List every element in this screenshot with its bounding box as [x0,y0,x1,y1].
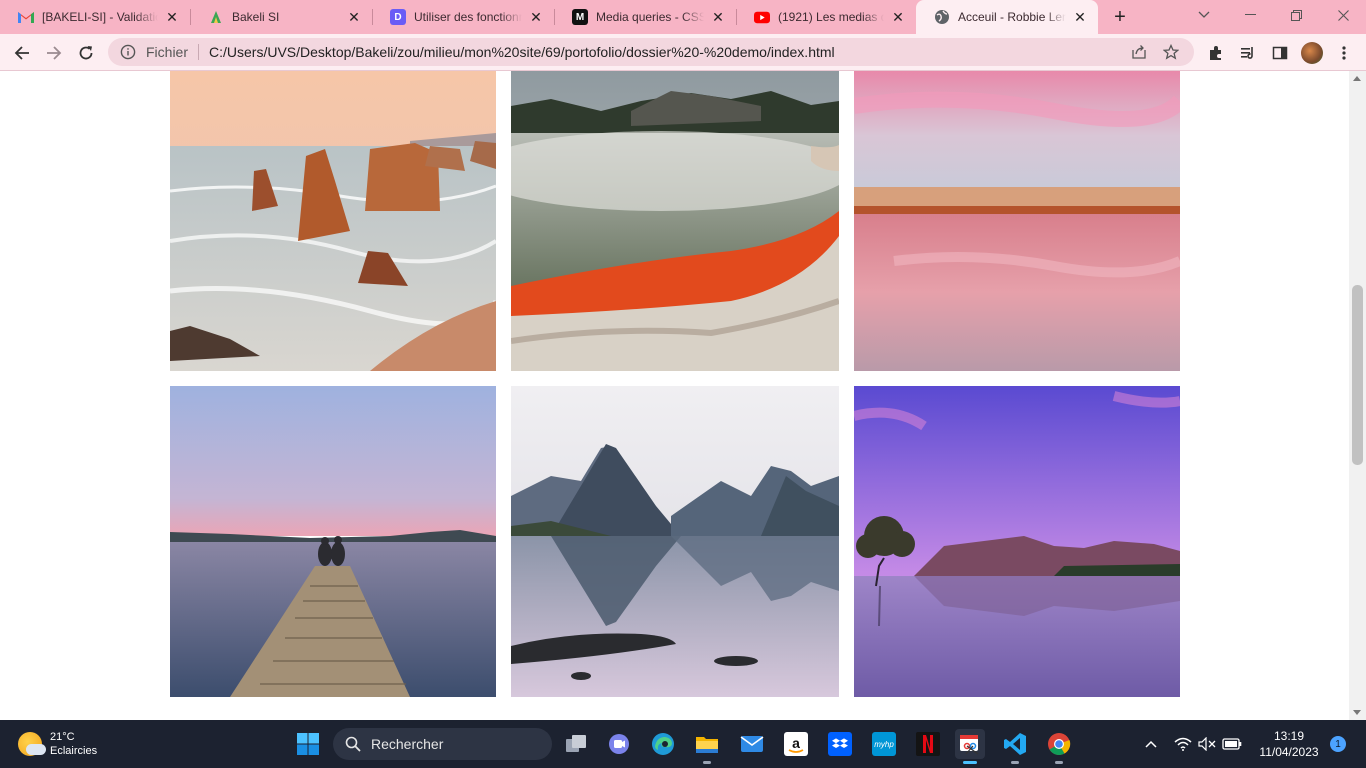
close-icon[interactable]: ✕ [890,9,906,25]
teams-chat-icon[interactable] [604,729,634,759]
globe-icon [934,9,950,25]
tab-title: Media queries - CSS : Cascading [596,10,704,24]
new-tab-button[interactable]: + [1108,5,1132,29]
search-placeholder: Rechercher [371,736,444,752]
browser-toolbar: Fichier C:/Users/UVS/Desktop/Bakeli/zou/… [0,34,1366,71]
netflix-icon[interactable] [913,729,943,759]
forward-button[interactable] [40,39,68,67]
task-view-icon[interactable] [561,729,591,759]
windows-taskbar: 21°C Eclaircies Rechercher a myhp 13:19 … [0,720,1366,768]
side-panel-icon[interactable] [1266,39,1294,67]
scrollbar-thumb[interactable] [1352,285,1363,465]
vertical-scrollbar[interactable] [1349,71,1366,720]
gallery-photo-pink-beach[interactable] [854,71,1180,371]
svg-text:myhp: myhp [874,740,894,749]
bakeli-icon [208,9,224,25]
snipping-tool-icon[interactable] [955,729,985,764]
weather-desc: Eclaircies [50,745,98,757]
tab-docs[interactable]: D Utiliser des fonctionnalités ✕ [372,0,554,34]
myhp-icon[interactable]: myhp [869,729,899,759]
chrome-icon[interactable] [1044,729,1074,764]
scroll-up-icon[interactable] [1353,76,1361,81]
tab-title: [BAKELI-SI] - Validation [42,10,158,24]
windows-start-icon[interactable] [293,729,323,759]
close-icon[interactable]: ✕ [528,9,544,25]
edge-browser-icon[interactable] [648,729,678,759]
close-icon[interactable]: ✕ [346,9,362,25]
address-bar[interactable]: Fichier C:/Users/UVS/Desktop/Bakeli/zou/… [108,38,1194,66]
tab-search-button[interactable] [1181,0,1227,30]
svg-text:a: a [792,735,800,751]
tab-title: Utiliser des fonctionnalités [414,10,522,24]
file-explorer-icon[interactable] [692,729,722,764]
media-control-icon[interactable] [1234,39,1262,67]
extensions-icon[interactable] [1202,39,1230,67]
close-icon[interactable]: ✕ [710,9,726,25]
weather-widget[interactable]: 21°C Eclaircies [18,730,97,758]
tab-mdn[interactable]: M Media queries - CSS : Cascading ✕ [554,0,736,34]
gallery-photo-geothermal-pool[interactable] [511,71,839,371]
notification-badge[interactable]: 1 [1330,736,1346,752]
youtube-icon [754,9,770,25]
tab-strip: [BAKELI-SI] - Validation ✕ Bakeli SI ✕ D… [0,0,1366,34]
chevron-up-icon[interactable] [1142,720,1160,768]
reload-button[interactable] [72,39,100,67]
search-icon [345,736,361,752]
restore-button[interactable] [1273,0,1319,30]
gmail-icon [18,9,34,25]
gallery-photo-sea-stacks[interactable] [170,71,496,371]
tab-title: Acceuil - Robbie Lens [958,10,1066,24]
weather-icon [18,732,46,756]
speaker-muted-icon[interactable] [1197,720,1217,768]
bookmark-star-icon[interactable] [1162,43,1180,61]
url-text[interactable]: C:/Users/UVS/Desktop/Bakeli/zou/milieu/m… [209,44,1130,60]
profile-avatar[interactable] [1301,42,1323,64]
scroll-down-icon[interactable] [1353,710,1361,715]
docs-icon: D [390,9,406,25]
scheme-label: Fichier [146,44,189,60]
taskbar-clock[interactable]: 13:19 11/04/2023 [1253,728,1325,760]
gallery-photo-lake-tree[interactable] [854,386,1180,697]
tab-title: (1921) Les medias queries [778,10,884,24]
tab-robbie-lens[interactable]: Acceuil - Robbie Lens ✕ [916,0,1098,34]
menu-kebab-icon[interactable] [1330,39,1358,67]
tab-title: Bakeli SI [232,10,280,24]
close-window-button[interactable] [1320,0,1366,30]
gallery-photo-mountain-reflection[interactable] [511,386,839,697]
close-icon[interactable]: ✕ [1072,9,1088,25]
mdn-icon: M [572,9,588,25]
tab-bakeli[interactable]: Bakeli SI ✕ [190,0,372,34]
page-viewport [0,71,1366,720]
wifi-icon[interactable] [1173,720,1193,768]
tab-youtube[interactable]: (1921) Les medias queries ✕ [736,0,916,34]
battery-icon[interactable] [1221,720,1243,768]
back-button[interactable] [8,39,36,67]
close-icon[interactable]: ✕ [164,9,180,25]
vscode-icon[interactable] [1000,729,1030,764]
minimize-button[interactable] [1227,0,1273,30]
amazon-icon[interactable]: a [781,729,811,759]
clock-date: 11/04/2023 [1259,745,1319,759]
tab-gmail[interactable]: [BAKELI-SI] - Validation ✕ [0,0,190,34]
taskbar-search[interactable]: Rechercher [333,728,552,760]
gallery-photo-pier-couple[interactable] [170,386,496,697]
share-icon[interactable] [1130,43,1148,61]
info-icon[interactable] [120,44,136,60]
dropbox-icon[interactable] [825,729,855,759]
weather-temp: 21°C [50,731,75,743]
mail-icon[interactable] [737,729,767,759]
clock-time: 13:19 [1273,729,1305,743]
